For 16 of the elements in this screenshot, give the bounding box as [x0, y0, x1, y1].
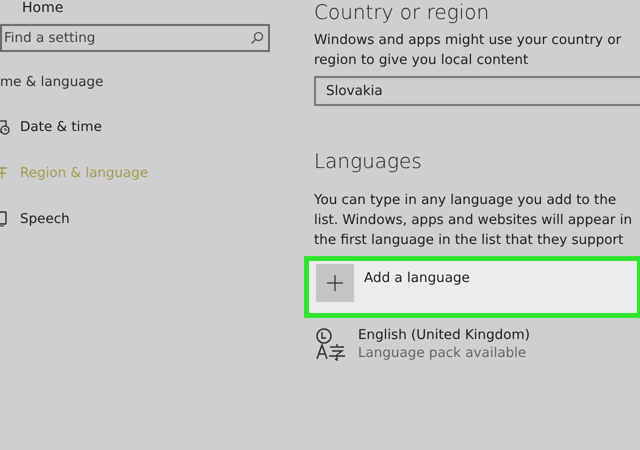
nav-item[interactable]: Date & time: [0, 118, 300, 136]
country-dropdown[interactable]: Slovakia: [314, 76, 640, 106]
section-heading: Country or region: [314, 0, 490, 24]
nav-item[interactable]: Speech: [0, 210, 300, 228]
add-language-button[interactable]: Add a language: [304, 256, 640, 318]
section-heading: me & language: [0, 74, 104, 90]
language-name[interactable]: English (United Kingdom): [358, 326, 530, 345]
description-text: Windows and apps might use your country or region to give you local content: [314, 31, 622, 70]
section-heading: Languages: [314, 148, 423, 174]
search-field[interactable]: Find a setting: [0, 24, 270, 52]
search-icon: [250, 31, 264, 45]
plus-icon: [326, 274, 344, 292]
description-text: You can type in any language you add to the list. Windows, apps and websites will appear in the first language in the list that they support: [314, 191, 634, 250]
language-icon: [314, 327, 346, 361]
language-status: Language pack available: [358, 345, 528, 362]
home-link[interactable]: Home: [0, 0, 64, 16]
